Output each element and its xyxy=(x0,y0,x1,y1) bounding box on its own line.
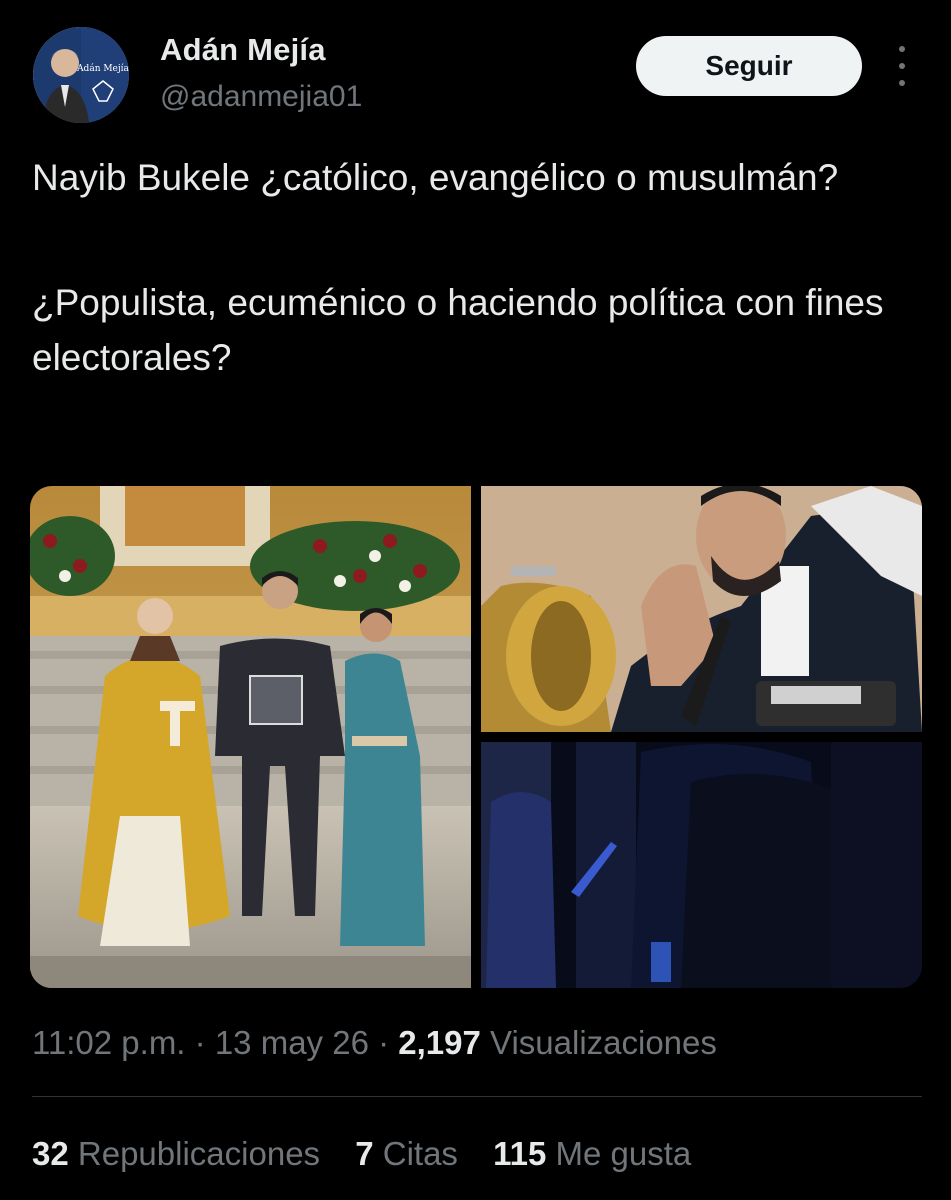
more-dot xyxy=(899,46,905,52)
meta-separator: · xyxy=(378,1024,390,1061)
tweet-paragraph-2: ¿Populista, ecuménico o haciendo polític… xyxy=(32,282,884,378)
tweet-date[interactable]: 13 may 26 xyxy=(215,1024,369,1061)
quotes-count: 7 xyxy=(355,1135,374,1172)
divider xyxy=(32,1096,922,1097)
tweet-header: Adán Mejía Adán Mejía @adanmejia01 Segui… xyxy=(0,0,951,130)
tweet-paragraph-1: Nayib Bukele ¿católico, evangélico o mus… xyxy=(32,157,839,198)
quotes-stat[interactable]: 7 Citas xyxy=(355,1135,458,1172)
reposts-count: 32 xyxy=(32,1135,69,1172)
praying-photo[interactable] xyxy=(481,486,922,732)
tweet-time[interactable]: 11:02 p.m. xyxy=(32,1024,185,1061)
likes-stat[interactable]: 115 Me gusta xyxy=(493,1135,691,1172)
quotes-label: Citas xyxy=(382,1135,458,1172)
views-count: 2,197 xyxy=(398,1024,481,1061)
engagement-stats: 32 Republicaciones 7 Citas 115 Me gusta xyxy=(32,1135,717,1173)
meta-separator: · xyxy=(194,1024,206,1061)
views-label: Visualizaciones xyxy=(490,1024,717,1061)
display-name[interactable]: Adán Mejía xyxy=(160,32,326,68)
media-grid xyxy=(30,486,922,988)
user-handle[interactable]: @adanmejia01 xyxy=(160,80,362,114)
follow-button[interactable]: Seguir xyxy=(636,36,862,96)
tweet-metadata: 11:02 p.m. · 13 may 26 · 2,197 Visualiza… xyxy=(32,1024,717,1062)
more-dot xyxy=(899,80,905,86)
likes-label: Me gusta xyxy=(555,1135,692,1172)
dark-event-photo[interactable] xyxy=(481,742,922,988)
more-dot xyxy=(899,63,905,69)
reposts-stat[interactable]: 32 Republicaciones xyxy=(32,1135,320,1172)
more-options-icon[interactable] xyxy=(888,46,916,86)
likes-count: 115 xyxy=(493,1135,547,1172)
reposts-label: Republicaciones xyxy=(77,1135,321,1172)
avatar[interactable]: Adán Mejía xyxy=(33,27,129,123)
church-ceremony-photo[interactable] xyxy=(30,486,471,988)
tweet-text: Nayib Bukele ¿católico, evangélico o mus… xyxy=(32,150,922,385)
avatar-logo-text: Adán Mejía xyxy=(76,63,129,74)
